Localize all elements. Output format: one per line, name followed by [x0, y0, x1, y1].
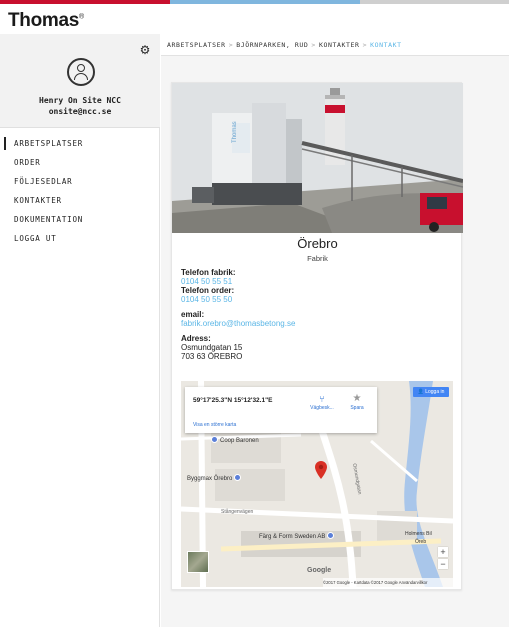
- phone-order-link[interactable]: 0104 50 55 50: [181, 295, 451, 304]
- map-label-coop[interactable]: Coop Baronen: [211, 435, 259, 444]
- map-label-holmens[interactable]: Holmens Bil: [405, 531, 432, 537]
- factory-illustration: Thomas: [172, 83, 463, 233]
- star-icon: ★: [352, 393, 362, 404]
- user-email: onsite@ncc.se: [48, 107, 112, 116]
- sidebar: ⚙ Henry On Site NCC onsite@ncc.se ARBETS…: [0, 34, 160, 627]
- address-label: Adress:: [181, 334, 211, 343]
- contact-card: Thomas Örebro Fabrik Telefon fabrik: 010…: [171, 82, 463, 590]
- google-logo: Google: [307, 567, 332, 574]
- phone-factory-link[interactable]: 0104 50 55 51: [181, 277, 451, 286]
- phone-factory-label: Telefon fabrik:: [181, 268, 236, 277]
- place-subtitle: Fabrik: [307, 254, 328, 263]
- breadcrumb-separator: >: [362, 41, 368, 49]
- top-bar: Thomas®: [0, 0, 509, 34]
- user-name: Henry On Site NCC: [39, 96, 121, 105]
- email-label: email:: [181, 310, 205, 319]
- map-login-button[interactable]: 👤 Logga in: [413, 387, 449, 397]
- location-pin-icon[interactable]: [315, 461, 327, 479]
- breadcrumb-kontakter[interactable]: KONTAKTER: [319, 41, 360, 49]
- zoom-in-button[interactable]: +: [438, 547, 448, 557]
- breadcrumb-arbetsplatser[interactable]: ARBETSPLATSER: [167, 41, 226, 49]
- place-title: Örebro: [297, 236, 338, 251]
- address-line-1: Osmundgatan 15: [181, 343, 243, 352]
- gear-icon[interactable]: ⚙: [139, 44, 151, 56]
- sidebar-nav: ARBETSPLATSER ORDER FÖLJESEDLAR KONTAKTE…: [0, 134, 160, 248]
- breadcrumb-bjornparken[interactable]: BJÖRNPARKEN, RUD: [236, 41, 308, 49]
- sidebar-item-foljesedlar[interactable]: FÖLJESEDLAR: [0, 172, 160, 191]
- breadcrumb: ARBETSPLATSER > BJÖRNPARKEN, RUD > KONTAKTER…: [161, 34, 509, 56]
- save-button[interactable]: ★ Spara: [343, 393, 371, 411]
- address-line-2: 703 63 ÖREBRO: [181, 352, 243, 361]
- satellite-toggle[interactable]: [187, 551, 209, 573]
- map-label-byggmax[interactable]: Byggmax Örebro: [187, 473, 242, 482]
- contact-info: Telefon fabrik: 0104 50 55 51 Telefon or…: [181, 268, 451, 361]
- map-street-stangenvagen: Stångenvägen: [221, 509, 254, 515]
- directions-button[interactable]: ⑂ Vägbesk...: [307, 393, 337, 411]
- phone-order-label: Telefon order:: [181, 286, 235, 295]
- breadcrumb-separator: >: [228, 41, 234, 49]
- breadcrumb-kontakt: KONTAKT: [370, 41, 402, 49]
- bigger-map-link[interactable]: Visa en större karta: [193, 422, 236, 428]
- factory-photo: Thomas: [172, 83, 463, 233]
- directions-icon: ⑂: [319, 394, 325, 404]
- map-label-farg-form[interactable]: Färg & Form Sweden AB: [259, 531, 335, 540]
- sidebar-item-order[interactable]: ORDER: [0, 153, 160, 172]
- email-link[interactable]: fabrik.orebro@thomasbetong.se: [181, 319, 451, 328]
- svg-text:Thomas: Thomas: [232, 121, 238, 143]
- zoom-out-button[interactable]: −: [438, 559, 448, 569]
- map-coordinates: 59°17'25.3"N 15°12'32.1"E: [193, 397, 273, 404]
- brand-stripe-grey: [360, 0, 509, 4]
- avatar-icon: [67, 58, 95, 86]
- main-content: ARBETSPLATSER > BJÖRNPARKEN, RUD > KONTAKTER…: [161, 34, 509, 627]
- brand-stripe-red: [0, 0, 170, 4]
- brand-stripe-blue: [170, 0, 360, 4]
- sidebar-item-logga-ut[interactable]: LOGGA UT: [0, 229, 160, 248]
- map-info-popup: 59°17'25.3"N 15°12'32.1"E ⑂ Vägbesk... ★ S…: [185, 387, 377, 433]
- user-profile: ⚙ Henry On Site NCC onsite@ncc.se: [0, 34, 160, 128]
- breadcrumb-separator: >: [311, 41, 316, 49]
- sidebar-item-dokumentation[interactable]: DOKUMENTATION: [0, 210, 160, 229]
- thomas-logo[interactable]: Thomas®: [8, 10, 84, 32]
- map-label-orebro[interactable]: Öreb: [415, 539, 426, 545]
- sidebar-item-arbetsplatser[interactable]: ARBETSPLATSER: [0, 134, 160, 153]
- map-copyright[interactable]: ©2017 Google - Kartdata ©2017 Google Anv…: [323, 578, 453, 587]
- google-map[interactable]: Coop Baronen Byggmax Örebro Stångenvägen…: [181, 381, 453, 587]
- logo-text: Thomas: [8, 10, 80, 31]
- logo-mark: ®: [79, 13, 84, 21]
- sidebar-item-kontakter[interactable]: KONTAKTER: [0, 191, 160, 210]
